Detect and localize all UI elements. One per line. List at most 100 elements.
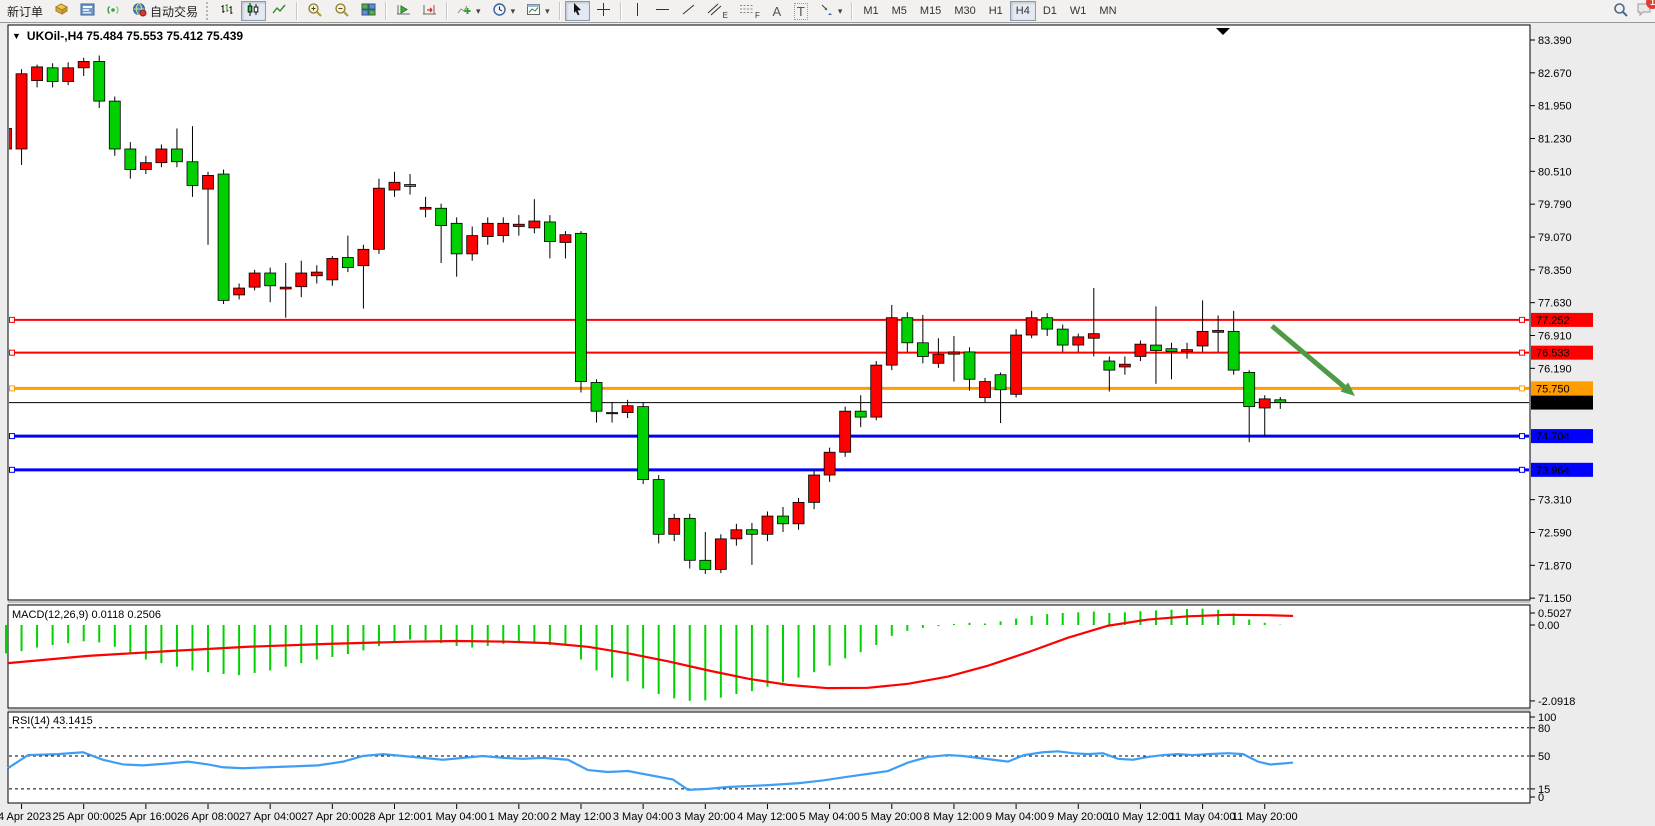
search-button[interactable] xyxy=(1608,1,1634,21)
timeframe-m1-button[interactable]: M1 xyxy=(857,1,884,21)
arrows-button[interactable]: ▾ xyxy=(814,1,848,21)
cursor-arrow-icon xyxy=(570,2,585,20)
candle-body xyxy=(467,236,478,254)
timeframe-m15-button[interactable]: M15 xyxy=(914,1,947,21)
market-watch-icon xyxy=(80,2,95,20)
macd-axis-label: 0.00 xyxy=(1538,620,1559,632)
notifications-button[interactable]: 1 xyxy=(1635,0,1653,23)
price-tag-label: 75.439 xyxy=(1536,398,1570,410)
bar-chart-button[interactable] xyxy=(215,1,240,21)
text-button[interactable]: A xyxy=(766,1,788,21)
trendline-button[interactable] xyxy=(676,1,701,21)
candle-body xyxy=(840,411,851,452)
date-axis-label: 25 Apr 00:00 xyxy=(53,811,115,823)
candle-body xyxy=(824,452,835,475)
price-axis-label: 78.350 xyxy=(1538,265,1572,277)
new-chart-button[interactable] xyxy=(49,1,74,21)
timeframe-w1-button[interactable]: W1 xyxy=(1064,1,1093,21)
timeframe-h4-button[interactable]: H4 xyxy=(1010,1,1036,21)
candle-body xyxy=(1119,364,1130,367)
arrows-icon xyxy=(819,2,834,20)
auto-scroll-button[interactable] xyxy=(391,1,416,21)
date-axis-label: 27 Apr 20:00 xyxy=(301,811,363,823)
auto-scroll-icon xyxy=(396,2,411,20)
trendline-icon xyxy=(681,2,696,20)
crosshair-button[interactable] xyxy=(591,1,616,21)
horizontal-line-icon xyxy=(655,2,670,20)
candle-body xyxy=(373,188,384,249)
date-axis-label: 11 May 04:00 xyxy=(1170,811,1236,823)
indicators-button[interactable]: ▾ xyxy=(452,1,486,21)
chart-canvas[interactable]: 83.39082.67081.95081.23080.51079.79079.0… xyxy=(0,23,1655,826)
timeframe-h1-button[interactable]: H1 xyxy=(983,1,1009,21)
candle-body xyxy=(871,365,882,417)
hline-handle[interactable] xyxy=(10,467,15,472)
date-axis-label: 24 Apr 2023 xyxy=(0,811,51,823)
hline-handle[interactable] xyxy=(10,317,15,322)
timeframe-m5-button[interactable]: M5 xyxy=(886,1,913,21)
templates-button[interactable]: ▾ xyxy=(521,1,555,21)
candle-body xyxy=(1228,331,1239,370)
chart-shift-icon xyxy=(422,2,437,20)
candle-body xyxy=(1166,349,1177,352)
timeframe-label: W1 xyxy=(1070,5,1087,17)
chevron-down-icon: ▾ xyxy=(476,6,481,17)
autotrading-button[interactable]: 自动交易 xyxy=(127,1,203,21)
candle-body xyxy=(482,223,493,236)
zoom-out-button[interactable] xyxy=(329,1,355,21)
price-axis-label: 80.510 xyxy=(1538,166,1572,178)
candle-body xyxy=(16,74,27,149)
line-chart-button[interactable] xyxy=(267,1,292,21)
price-tag-label: 76.533 xyxy=(1536,348,1570,360)
rsi-axis-label: 80 xyxy=(1538,723,1550,735)
price-axis-label: 81.950 xyxy=(1538,101,1572,113)
fibonacci-sub-label: F xyxy=(755,11,760,20)
timeframe-mn-button[interactable]: MN xyxy=(1093,1,1122,21)
new-order-label: 新订单 xyxy=(7,3,43,20)
candle-body xyxy=(1150,345,1161,350)
candle-body xyxy=(653,480,664,535)
line-chart-icon xyxy=(272,2,287,20)
candle-body xyxy=(109,101,120,149)
candlestick-chart-button[interactable] xyxy=(241,1,266,21)
candle-body xyxy=(187,162,198,186)
hline-handle[interactable] xyxy=(1520,350,1525,355)
zoom-in-button[interactable] xyxy=(302,1,328,21)
hline-handle[interactable] xyxy=(10,350,15,355)
chevron-down-icon: ▾ xyxy=(511,6,516,17)
hline-handle[interactable] xyxy=(1520,434,1525,439)
tile-windows-button[interactable] xyxy=(356,1,381,21)
equidistant-channel-button[interactable]: E xyxy=(702,1,733,21)
hline-handle[interactable] xyxy=(10,434,15,439)
hline-handle[interactable] xyxy=(1520,467,1525,472)
vertical-line-button[interactable] xyxy=(626,1,649,21)
fibonacci-button[interactable]: F xyxy=(734,1,765,21)
horizontal-line-button[interactable] xyxy=(650,1,675,21)
candlestick-icon xyxy=(246,2,261,20)
cursor-button[interactable] xyxy=(565,1,590,21)
signals-icon xyxy=(106,2,121,20)
fibonacci-icon xyxy=(739,2,754,20)
hline-handle[interactable] xyxy=(1520,386,1525,391)
text-label-button[interactable]: T xyxy=(789,1,813,21)
market-watch-button[interactable] xyxy=(75,1,100,21)
macd-label: MACD(12,26,9) 0.0118 0.2506 xyxy=(12,609,161,621)
hline-handle[interactable] xyxy=(10,386,15,391)
timeframe-m30-button[interactable]: M30 xyxy=(948,1,981,21)
periods-button[interactable]: ▾ xyxy=(487,1,521,21)
hline-handle[interactable] xyxy=(1520,317,1525,322)
candle-body xyxy=(78,61,89,67)
rsi-axis-label: 50 xyxy=(1538,751,1550,763)
candle-body xyxy=(1011,335,1022,394)
chart-title[interactable]: ▼ UKOil-,H4 75.484 75.553 75.412 75.439 xyxy=(12,29,243,43)
new-order-button[interactable]: 新订单 xyxy=(2,1,48,21)
chart-shift-button[interactable] xyxy=(417,1,442,21)
signals-button[interactable] xyxy=(101,1,126,21)
indicators-icon xyxy=(457,2,472,20)
timeframe-d1-button[interactable]: D1 xyxy=(1037,1,1063,21)
date-axis-label: 10 May 12:00 xyxy=(1107,811,1174,823)
crosshair-icon xyxy=(596,2,611,20)
candle-body xyxy=(234,288,245,295)
timeframe-label: MN xyxy=(1099,5,1116,17)
candle-body xyxy=(513,224,524,226)
